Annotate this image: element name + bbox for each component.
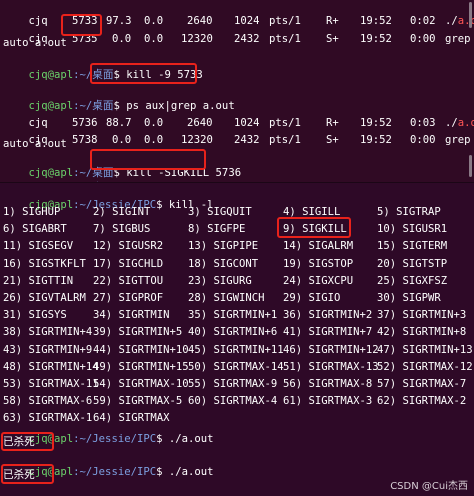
signal-entry: 40) SIGRTMIN+6	[188, 326, 278, 339]
prompt-line: cjq@apl:~/桌面$ ps aux|grep a.out	[28, 100, 235, 112]
signal-entry: 41) SIGRTMIN+7	[283, 326, 373, 339]
prompt-user: cjq@apl	[28, 69, 74, 81]
signal-entry: 30) SIGPWR	[377, 292, 441, 304]
signal-entry: 35) SIGRTMIN+1	[188, 309, 278, 322]
ps-row: cjq 5733 97.3 0.0 2640 1024 pts/1 R+ 19:52 0:02 ./…	[28, 15, 474, 27]
signal-entry: 2) SIGINT	[93, 206, 151, 218]
signal-entry: 23) SIGURG	[188, 274, 252, 287]
command-text: kill -SIGKILL 5736	[126, 167, 242, 179]
prompt-line[interactable]: cjq@apl:~/桌面$	[3, 169, 133, 183]
prompt-path: :~/Jessie/IPC	[73, 433, 157, 445]
signal-entry: 49) SIGRTMIN+15	[93, 360, 189, 373]
signal-entry: 57) SIGRTMAX-7	[377, 378, 467, 390]
prompt-path: :~/桌面	[73, 100, 114, 112]
signal-entry: 47) SIGRTMIN+13	[377, 343, 473, 356]
signal-entry: 20) SIGTSTP	[377, 257, 448, 270]
signal-entry: 27) SIGPROF	[93, 292, 164, 304]
signal-entry: 34) SIGRTMIN	[93, 309, 170, 322]
signal-entry: 53) SIGRTMAX-11	[3, 378, 99, 390]
prompt-line: cjq@apl:~/桌面$ kill -9 5733	[28, 69, 203, 81]
signal-entry: 51) SIGRTMAX-13	[283, 360, 379, 373]
bottom-terminal[interactable]: cjq@apl:~/Jessie/IPC$ kill -l 1) SIGHUP 2…	[0, 183, 474, 496]
signal-entry: 60) SIGRTMAX-4	[188, 395, 278, 408]
signal-entry: 19) SIGSTOP	[283, 257, 354, 270]
signal-entry: 5) SIGTRAP	[377, 206, 441, 218]
signal-entry: 45) SIGRTMIN+11	[188, 343, 284, 356]
command-text: ./a.out	[168, 466, 214, 478]
ps-row: cjq 5735 0.0 0.0 12320 2432 pts/1 S+ 19:52 0:00 gr…	[28, 33, 471, 45]
signal-entry: 52) SIGRTMAX-12	[377, 360, 473, 373]
signal-entry: 6) SIGABRT	[3, 223, 67, 236]
signal-entry: 37) SIGRTMIN+3	[377, 309, 467, 322]
signal-entry: 15) SIGTERM	[377, 240, 448, 253]
prompt-line: cjq@apl:~/桌面$ kill -SIGKILL 5736	[28, 167, 242, 179]
prompt-user: cjq@apl	[28, 433, 74, 445]
signal-entry: 26) SIGVTALRM	[3, 292, 86, 304]
wrapped-output: auto a.out	[3, 37, 67, 49]
signal-entry: 38) SIGRTMIN+4	[3, 326, 93, 339]
signal-entry: 46) SIGRTMIN+12	[283, 343, 379, 356]
signal-entry: 18) SIGCONT	[188, 257, 259, 270]
signal-entry: 43) SIGRTMIN+9	[3, 343, 93, 356]
signal-entry: 3) SIGQUIT	[188, 206, 252, 218]
signal-entry: 11) SIGSEGV	[3, 240, 74, 253]
signal-entry: 1) SIGHUP	[3, 206, 61, 218]
prompt-user: cjq@apl	[28, 466, 74, 478]
signal-entry: 25) SIGXFSZ	[377, 274, 448, 287]
signal-entry: 39) SIGRTMIN+5	[93, 326, 183, 339]
signal-entry: 36) SIGRTMIN+2	[283, 309, 373, 322]
signal-entry: 29) SIGIO	[283, 292, 341, 304]
signal-entry: 56) SIGRTMAX-8	[283, 378, 373, 390]
prompt-line: cjq@apl:~/Jessie/IPC$ kill -l	[28, 199, 214, 211]
signal-entry: 7) SIGBUS	[93, 223, 151, 236]
command-text: ps aux|grep a.out	[126, 100, 235, 112]
signal-entry: 55) SIGRTMAX-9	[188, 378, 278, 390]
signal-entry: 12) SIGUSR2	[93, 240, 164, 253]
signal-entry: 62) SIGRTMAX-2	[377, 395, 467, 408]
signal-entry: 17) SIGCHLD	[93, 257, 164, 270]
scrollbar[interactable]	[469, 155, 472, 177]
prompt-path: :~/Jessie/IPC	[73, 466, 157, 478]
prompt-line: cjq@apl:~/Jessie/IPC$ ./a.out	[28, 466, 214, 478]
prompt-line[interactable]: cjq@apl:~/Jessie/IPC$	[3, 485, 176, 496]
signal-entry: 58) SIGRTMAX-6	[3, 395, 93, 408]
signal-entry: 4) SIGILL	[283, 206, 341, 218]
signal-entry: 61) SIGRTMAX-3	[283, 395, 373, 408]
signal-entry: 59) SIGRTMAX-5	[93, 395, 183, 408]
scrollbar[interactable]	[469, 2, 472, 28]
ps-row: cjq 5736 88.7 0.0 2640 1024 pts/1 R+ 19:52 0:03 ./…	[28, 117, 474, 129]
signal-entry: 21) SIGTTIN	[3, 274, 74, 287]
signal-entry: 28) SIGWINCH	[188, 292, 265, 304]
signal-entry: 16) SIGSTKFLT	[3, 257, 86, 270]
signal-entry: 54) SIGRTMAX-10	[93, 378, 189, 390]
killed-message: 已杀死	[3, 469, 35, 481]
signal-entry: 10) SIGUSR1	[377, 223, 448, 236]
signal-entry: 31) SIGSYS	[3, 309, 67, 322]
signal-entry: 22) SIGTTOU	[93, 274, 164, 287]
killed-message: 已杀死	[3, 436, 35, 448]
signal-entry: 24) SIGXCPU	[283, 274, 354, 287]
watermark: CSDN @Cui杰西	[390, 481, 468, 492]
signal-entry: 8) SIGFPE	[188, 223, 246, 236]
signal-entry: 13) SIGPIPE	[188, 240, 259, 253]
signal-entry: 42) SIGRTMIN+8	[377, 326, 467, 339]
signal-entry: 9) SIGKILL	[283, 223, 347, 236]
prompt-line: cjq@apl:~/Jessie/IPC$ ./a.out	[28, 433, 214, 445]
signal-entry: 44) SIGRTMIN+10	[93, 343, 189, 356]
signal-entry: 48) SIGRTMIN+14	[3, 360, 99, 373]
signal-entry: 14) SIGALRM	[283, 240, 354, 253]
command-text: kill -9 5733	[126, 69, 203, 81]
signal-entry: 50) SIGRTMAX-14	[188, 360, 284, 373]
top-terminal[interactable]: cjq 5733 97.3 0.0 2640 1024 pts/1 R+ 19:52 0:02 ./…	[0, 0, 474, 183]
wrapped-output: auto a.out	[3, 138, 67, 150]
ps-row: cjq 5738 0.0 0.0 12320 2432 pts/1 S+ 19:52 0:00 gr…	[28, 134, 471, 146]
prompt-path: :~/桌面	[73, 69, 114, 81]
command-text: ./a.out	[168, 433, 214, 445]
